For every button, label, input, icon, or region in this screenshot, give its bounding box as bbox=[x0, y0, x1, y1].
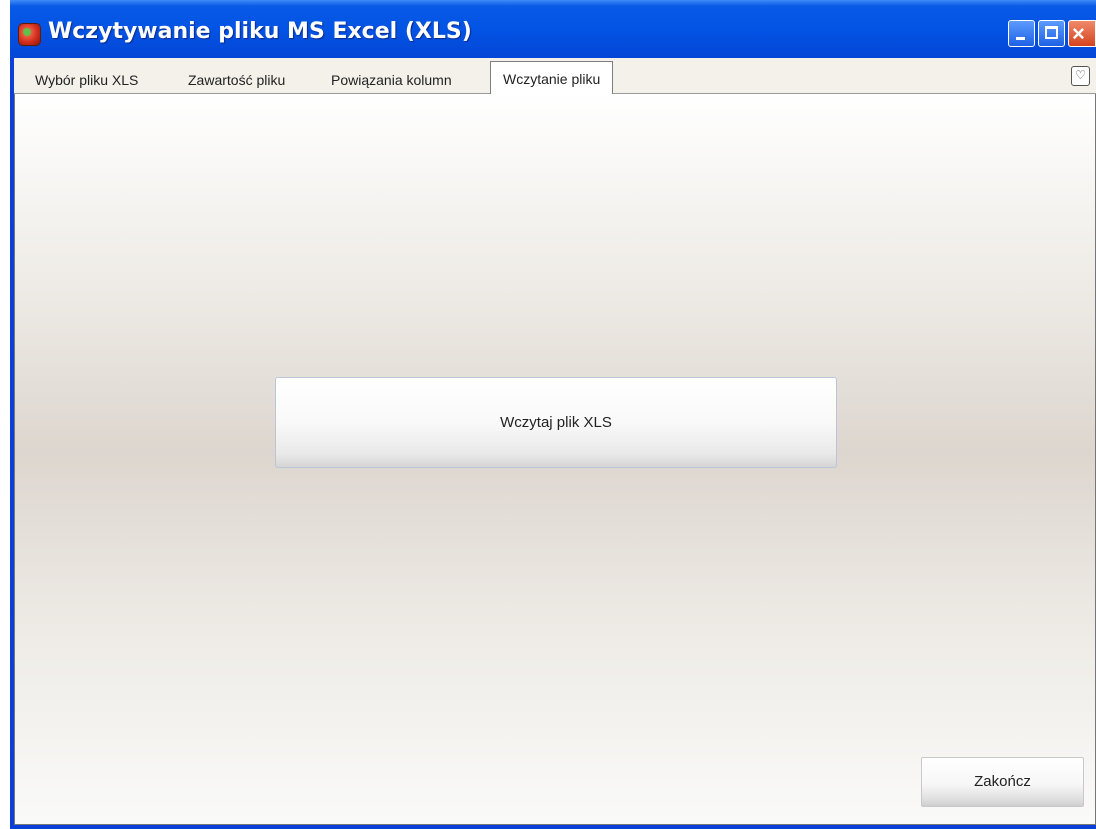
title-bar[interactable]: Wczytywanie pliku MS Excel (XLS) × bbox=[10, 0, 1096, 58]
app-icon[interactable] bbox=[19, 24, 40, 45]
tab-file-selection[interactable]: Wybór pliku XLS bbox=[35, 67, 138, 93]
load-xls-button[interactable]: Wczytaj plik XLS bbox=[275, 377, 837, 468]
tab-file-loading[interactable]: Wczytanie pliku bbox=[490, 61, 614, 95]
maximize-button[interactable] bbox=[1038, 20, 1065, 47]
maximize-icon bbox=[1045, 26, 1058, 39]
tab-strip: Wybór pliku XLS Zawartość pliku Powiązan… bbox=[14, 58, 1096, 95]
close-icon: × bbox=[1072, 21, 1085, 46]
minimize-icon bbox=[1016, 37, 1025, 40]
client-area: Wybór pliku XLS Zawartość pliku Powiązan… bbox=[14, 58, 1096, 825]
tab-column-mapping[interactable]: Powiązania kolumn bbox=[331, 67, 452, 93]
tab-file-contents[interactable]: Zawartość pliku bbox=[188, 67, 285, 93]
app-window: Wczytywanie pliku MS Excel (XLS) × Wybór… bbox=[10, 0, 1096, 829]
close-window-button[interactable]: × bbox=[1068, 20, 1096, 47]
tab-panel: Wczytaj plik XLS Zakończ bbox=[14, 94, 1096, 825]
window-title: Wczytywanie pliku MS Excel (XLS) bbox=[48, 19, 472, 44]
minimize-button[interactable] bbox=[1008, 20, 1035, 47]
finish-button[interactable]: Zakończ bbox=[921, 757, 1084, 807]
tab-menu-icon[interactable]: ♡ bbox=[1071, 66, 1090, 86]
